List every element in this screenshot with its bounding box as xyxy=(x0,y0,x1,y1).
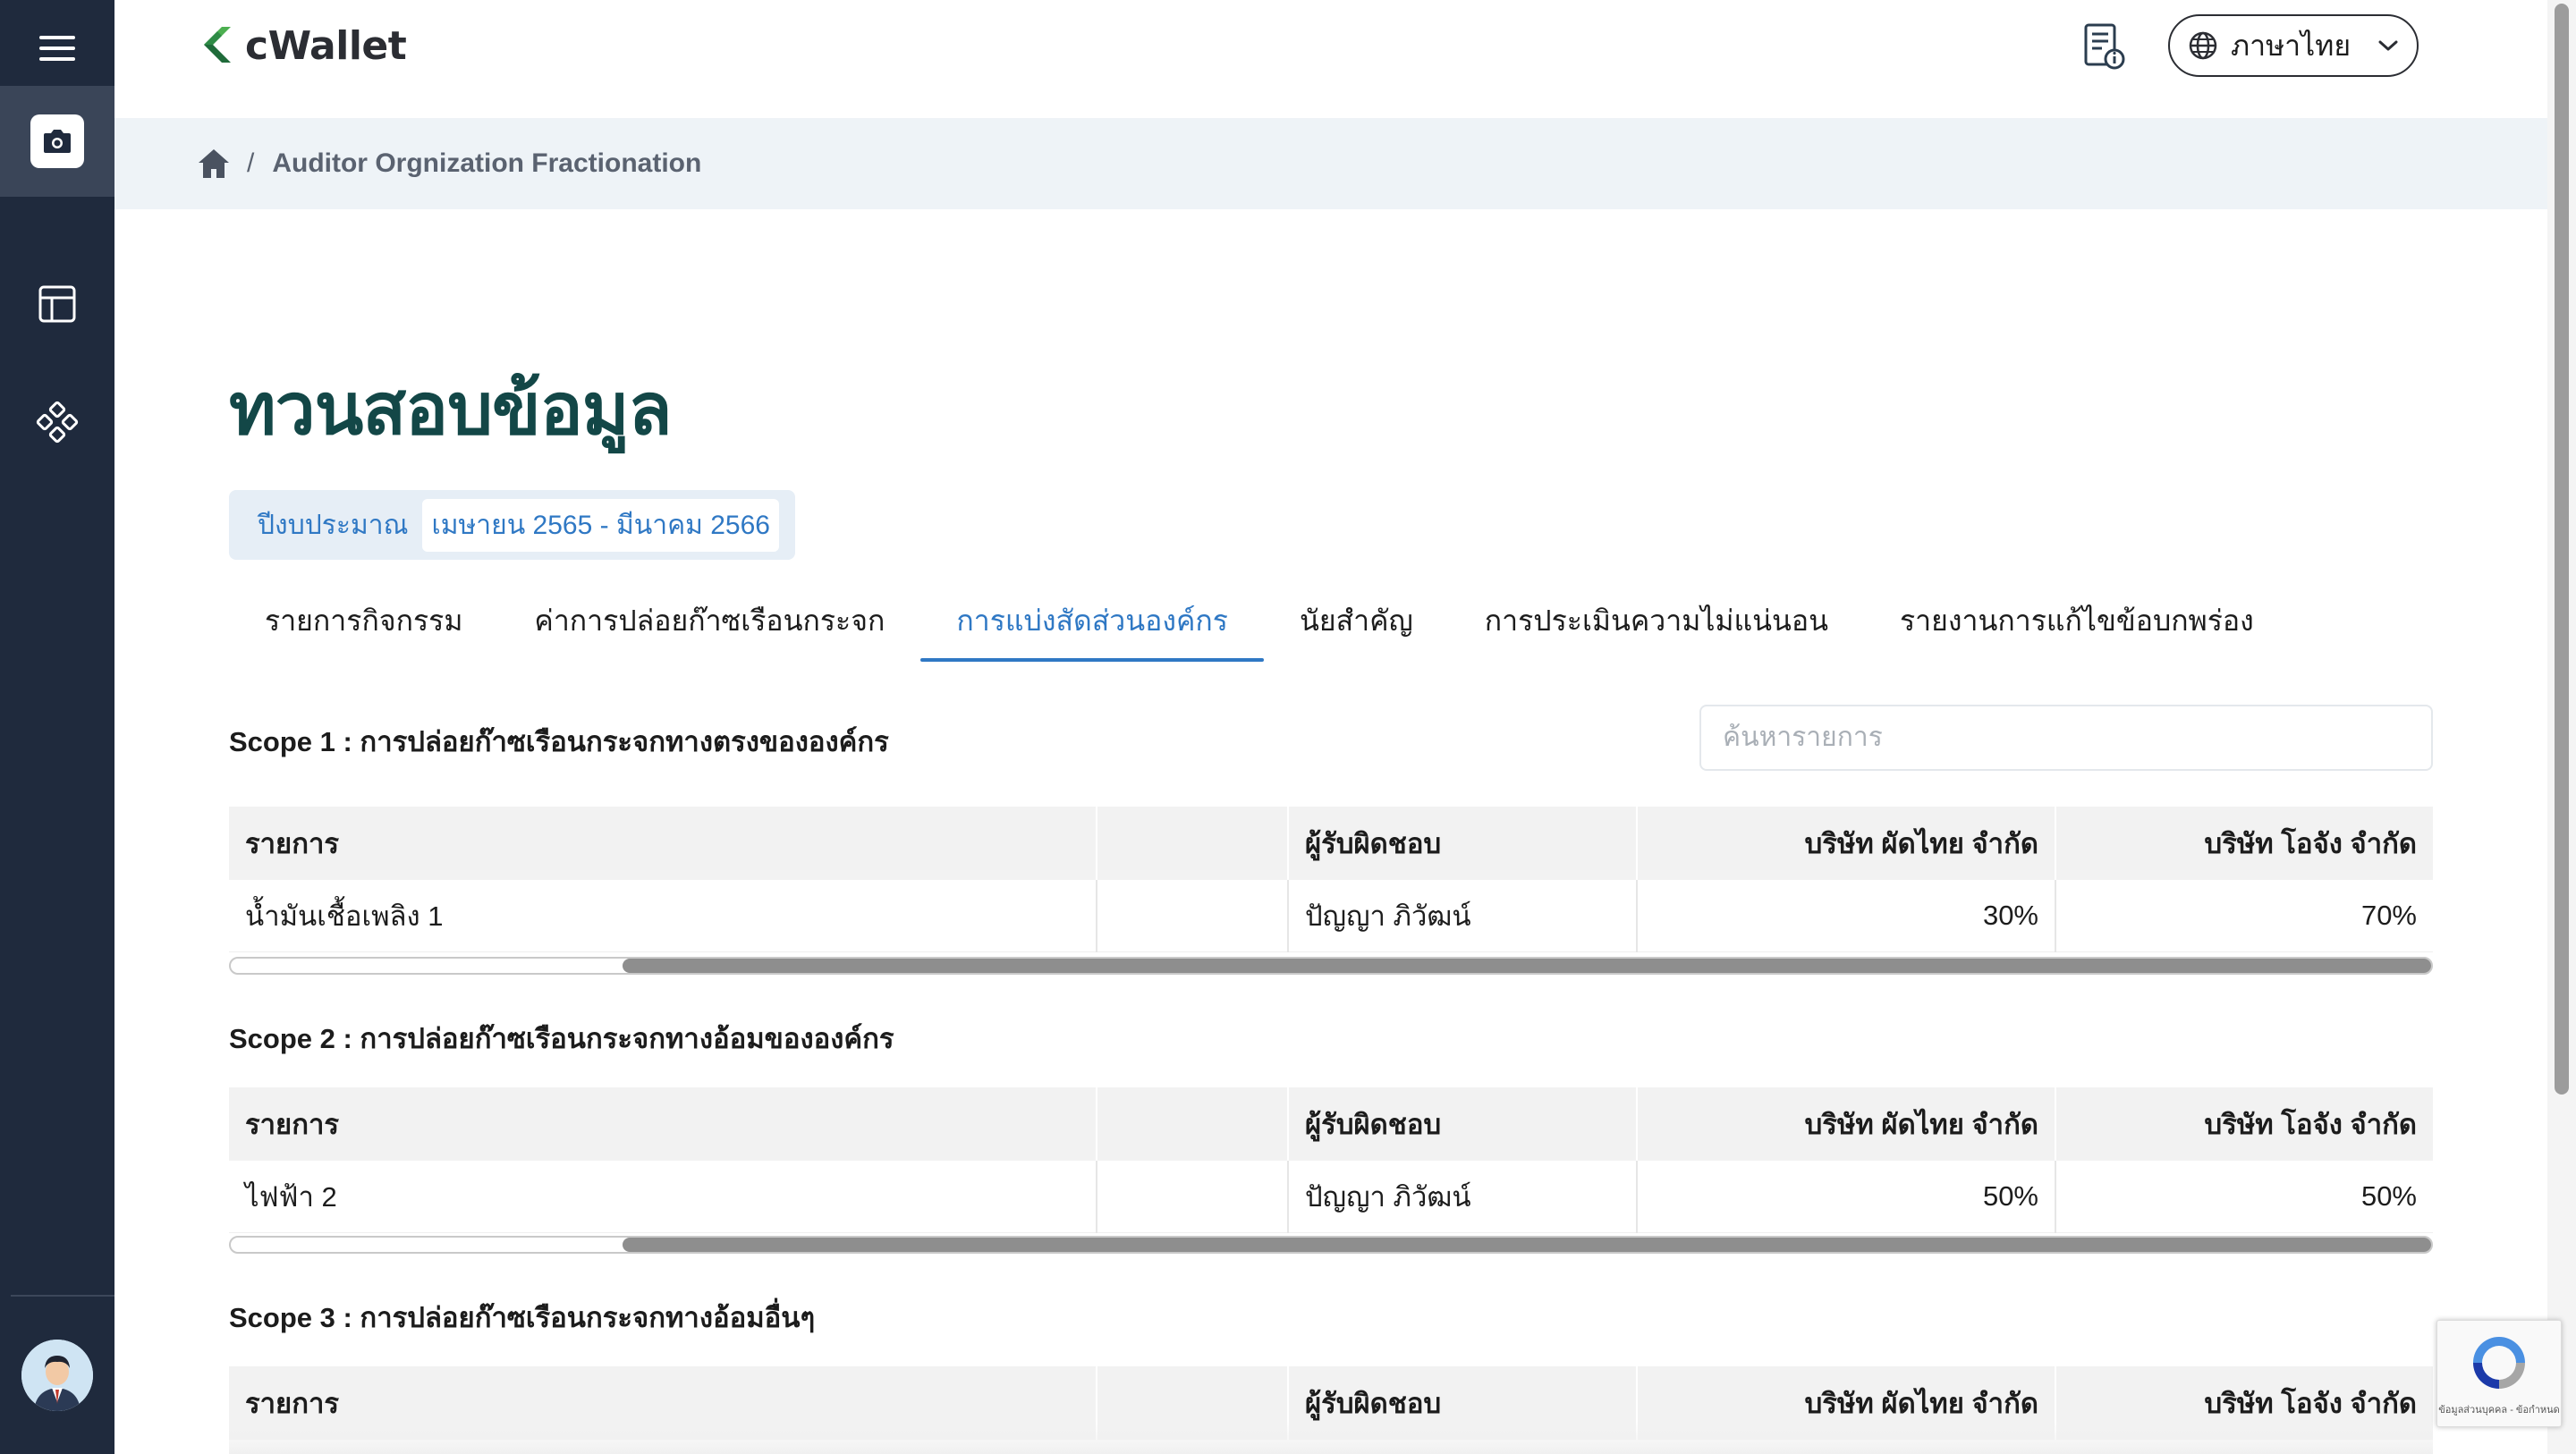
column-header-blank xyxy=(1097,1087,1289,1161)
recaptcha-text[interactable]: ข้อมูลส่วนบุคคล - ข้อกำหนด xyxy=(2438,1401,2560,1417)
scope-3-title: Scope 3 : การปล่อยก๊าซเรือนกระจกทางอ้อมอ… xyxy=(229,1302,816,1333)
tab-significance[interactable]: นัยสำคัญ xyxy=(1264,579,1449,662)
tab-emission-factor[interactable]: ค่าการปล่อยก๊าซเรือนกระจก xyxy=(498,579,920,662)
breadcrumb: / Auditor Orgnization Fractionation xyxy=(114,118,2547,209)
camera-icon xyxy=(30,114,84,168)
cell-company-2: 70% xyxy=(2055,880,2433,952)
cell-item: น้ำมันเชื้อเพลิง 1 xyxy=(229,880,1097,952)
cell-company-1: 30% xyxy=(1637,880,2056,952)
loading-fade xyxy=(229,1422,2433,1454)
scope-1-title: Scope 1 : การปล่อยก๊าซเรือนกระจกทางตรงขอ… xyxy=(229,726,889,757)
sidebar-item-camera[interactable] xyxy=(0,86,114,197)
scrollbar-thumb[interactable] xyxy=(623,959,2431,973)
scrollbar-thumb[interactable] xyxy=(623,1238,2431,1252)
chevron-down-icon xyxy=(2378,40,2398,51)
menu-icon xyxy=(39,36,75,61)
breadcrumb-current: Auditor Orgnization Fractionation xyxy=(272,148,702,178)
column-header-owner[interactable]: ผู้รับผิดชอบ xyxy=(1288,1087,1638,1161)
tab-bar: รายการกิจกรรม ค่าการปล่อยก๊าซเรือนกระจก … xyxy=(229,579,2429,662)
main-content: ทวนสอบข้อมูล ปีงบประมาณ เมษายน 2565 - มี… xyxy=(114,209,2547,1454)
search-input[interactable] xyxy=(1699,705,2433,771)
column-header-company-2[interactable]: บริษัท โอจัง จำกัด xyxy=(2055,1087,2433,1161)
document-info-icon xyxy=(2084,23,2125,70)
table-header-row: รายการ ผู้รับผิดชอบ บริษัท ผัดไทย จำกัด … xyxy=(229,807,2433,880)
page-vertical-scrollbar[interactable] xyxy=(2547,0,2576,1454)
column-header-company-1[interactable]: บริษัท ผัดไทย จำกัด xyxy=(1637,807,2056,880)
scope-2-table: รายการ ผู้รับผิดชอบ บริษัท ผัดไทย จำกัด … xyxy=(229,1087,2433,1233)
tab-correction-report[interactable]: รายงานการแก้ไขข้อบกพร่อง xyxy=(1864,579,2290,662)
logo-text: cWallet xyxy=(245,23,407,69)
cell-company-2: 50% xyxy=(2055,1161,2433,1233)
nodes-icon xyxy=(36,401,79,444)
column-header-owner[interactable]: ผู้รับผิดชอบ xyxy=(1288,807,1638,880)
column-header-item[interactable]: รายการ xyxy=(229,807,1097,880)
scope-1-horizontal-scrollbar[interactable] xyxy=(229,957,2433,975)
cell-owner: ปัญญา ภิวัฒน์ xyxy=(1288,880,1638,952)
sidebar xyxy=(0,0,114,1454)
globe-icon xyxy=(2189,31,2217,60)
cell-blank xyxy=(1097,880,1289,952)
page-title: ทวนสอบข้อมูล xyxy=(229,368,672,451)
breadcrumb-separator: / xyxy=(247,148,255,178)
language-label: ภาษาไทย xyxy=(2231,29,2351,62)
column-header-company-1[interactable]: บริษัท ผัดไทย จำกัด xyxy=(1637,1087,2056,1161)
cell-blank xyxy=(1097,1161,1289,1233)
column-header-item[interactable]: รายการ xyxy=(229,1087,1097,1161)
avatar xyxy=(21,1340,93,1411)
tab-activity-list[interactable]: รายการกิจกรรม xyxy=(229,579,498,662)
budget-year-badge: ปีงบประมาณ เมษายน 2565 - มีนาคม 2566 xyxy=(229,490,795,560)
recaptcha-badge[interactable]: ข้อมูลส่วนบุคคล - ข้อกำหนด xyxy=(2436,1320,2562,1427)
menu-button[interactable] xyxy=(0,0,114,97)
document-info-button[interactable] xyxy=(2077,20,2131,73)
tab-organization-fractionation[interactable]: การแบ่งสัดส่วนองค์กร xyxy=(920,579,1264,662)
app-logo[interactable]: cWallet xyxy=(200,23,407,69)
sidebar-item-layout[interactable] xyxy=(0,268,114,340)
budget-value: เมษายน 2565 - มีนาคม 2566 xyxy=(422,498,779,552)
table-header-row: รายการ ผู้รับผิดชอบ บริษัท ผัดไทย จำกัด … xyxy=(229,1087,2433,1161)
table-row[interactable]: ไฟฟ้า 2 ปัญญา ภิวัฒน์ 50% 50% xyxy=(229,1161,2433,1233)
table-row[interactable]: น้ำมันเชื้อเพลิง 1 ปัญญา ภิวัฒน์ 30% 70% xyxy=(229,880,2433,952)
cell-company-1: 50% xyxy=(1637,1161,2056,1233)
cell-item: ไฟฟ้า 2 xyxy=(229,1161,1097,1233)
layout-icon xyxy=(38,285,76,323)
cell-owner: ปัญญา ภิวัฒน์ xyxy=(1288,1161,1638,1233)
sidebar-item-nodes[interactable] xyxy=(0,386,114,458)
home-icon[interactable] xyxy=(197,148,231,180)
cwallet-logo-icon xyxy=(204,26,231,63)
sidebar-divider xyxy=(11,1295,114,1297)
page-scrollbar-thumb[interactable] xyxy=(2555,4,2569,1095)
scope-2-horizontal-scrollbar[interactable] xyxy=(229,1236,2433,1254)
column-header-company-2[interactable]: บริษัท โอจัง จำกัด xyxy=(2055,807,2433,880)
user-profile-button[interactable] xyxy=(0,1332,114,1418)
column-header-blank xyxy=(1097,807,1289,880)
language-select[interactable]: ภาษาไทย xyxy=(2168,14,2419,77)
top-header: cWallet ภาษาไทย xyxy=(114,0,2547,118)
tab-uncertainty-assessment[interactable]: การประเมินความไม่แน่นอน xyxy=(1449,579,1864,662)
recaptcha-icon xyxy=(2473,1337,2525,1389)
scope-1-table: รายการ ผู้รับผิดชอบ บริษัท ผัดไทย จำกัด … xyxy=(229,807,2433,952)
budget-label: ปีงบประมาณ xyxy=(258,510,409,540)
scope-2-title: Scope 2 : การปล่อยก๊าซเรือนกระจกทางอ้อมข… xyxy=(229,1023,894,1054)
